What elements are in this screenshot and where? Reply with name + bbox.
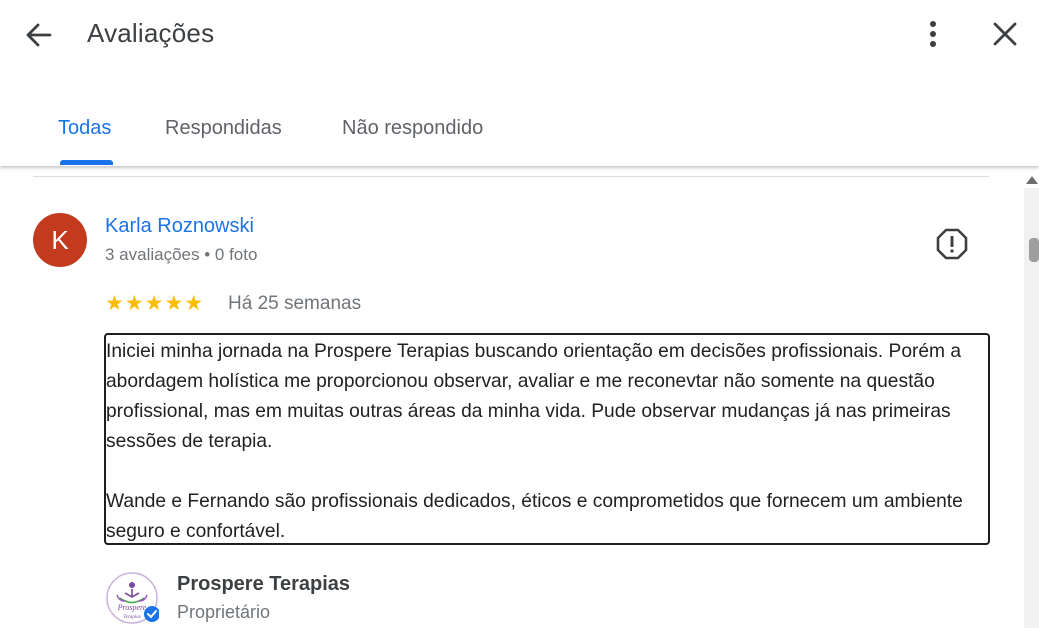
active-tab-indicator <box>60 160 113 165</box>
prospere-logo-icon: Prospere Terapias <box>106 572 160 624</box>
arrow-back-icon <box>26 23 52 47</box>
close-button[interactable] <box>986 16 1024 52</box>
review-time: Há 25 semanas <box>228 293 362 314</box>
owner-role: Proprietário <box>177 602 271 622</box>
tab-nao-respondido[interactable]: Não respondido <box>342 117 483 140</box>
page-title: Avaliações <box>87 18 215 48</box>
svg-text:Prospere: Prospere <box>117 603 147 612</box>
owner-logo[interactable]: Prospere Terapias <box>105 571 160 625</box>
star-rating: ★★★★★ <box>105 292 205 315</box>
flag-alert-icon <box>936 228 968 260</box>
app-header: Avaliações Todas Respondidas Não respond… <box>0 0 1039 166</box>
tab-respondidas[interactable]: Respondidas <box>165 117 282 140</box>
scroll-up-arrow-icon[interactable] <box>1026 176 1038 184</box>
owner-name: Prospere Terapias <box>177 573 351 595</box>
reviewer-meta: 3 avaliações • 0 foto <box>105 245 258 264</box>
back-button[interactable] <box>20 16 58 54</box>
svg-text:Terapias: Terapias <box>123 615 140 620</box>
divider <box>33 176 989 177</box>
more-options-button[interactable] <box>916 16 950 52</box>
avatar[interactable]: K <box>33 213 87 267</box>
scrollbar-thumb[interactable] <box>1029 238 1039 262</box>
close-icon <box>993 22 1017 46</box>
tab-todas[interactable]: Todas <box>58 117 111 140</box>
reviewer-name[interactable]: Karla Roznowski <box>105 215 254 238</box>
report-review-button[interactable] <box>935 227 969 261</box>
review-text: Iniciei minha jornada na Prospere Terapi… <box>106 341 963 542</box>
more-vert-icon <box>930 21 936 47</box>
